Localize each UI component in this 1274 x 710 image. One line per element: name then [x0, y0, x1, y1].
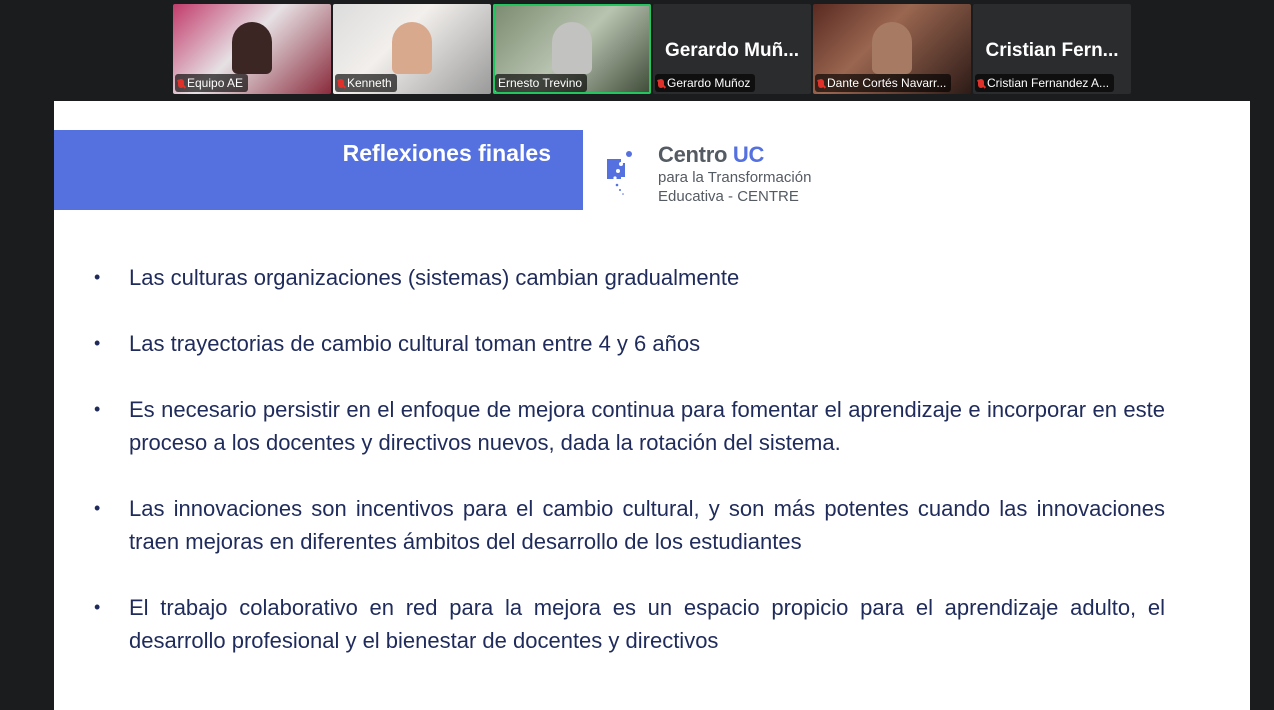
participant-tile[interactable]: Equipo AE [173, 4, 331, 94]
participant-video [552, 22, 592, 74]
participant-video [392, 22, 432, 74]
muted-mic-icon [978, 78, 984, 88]
bullet-text: Es necesario persistir en el enfoque de … [129, 397, 1165, 455]
muted-mic-icon [338, 78, 344, 88]
centre-logo-icon [607, 151, 632, 195]
participant-name: Cristian Fernandez A... [987, 76, 1110, 90]
participant-label: Dante Cortés Navarr... [815, 74, 952, 92]
shared-slide: Reflexiones finales Centro UC para la Tr… [54, 101, 1250, 710]
participant-label: Kenneth [335, 74, 397, 92]
bullet-item: • Las trayectorias de cambio cultural tom… [94, 327, 1165, 360]
bullet-item: • Las culturas organizaciones (sistemas) … [94, 261, 1165, 294]
bullet-text: Las innovaciones son incentivos para el … [129, 496, 1165, 554]
participant-name: Gerardo Muñoz [667, 76, 751, 90]
bullet-dot: • [94, 333, 101, 353]
slide-title: Reflexiones finales [342, 140, 551, 166]
bullet-item: • El trabajo colaborativo en red para la … [94, 591, 1165, 657]
bullet-text: El trabajo colaborativo en red para la m… [129, 595, 1165, 653]
muted-mic-icon [818, 78, 824, 88]
participant-name: Equipo AE [187, 76, 244, 90]
participant-tile[interactable]: Gerardo Muñ... Gerardo Muñoz [653, 4, 811, 94]
bullet-text: Las trayectorias de cambio cultural toma… [129, 331, 701, 356]
participant-name: Kenneth [347, 76, 392, 90]
logo-line2: para la Transformación [658, 169, 812, 186]
participant-label: Equipo AE [175, 74, 249, 92]
participant-label: Cristian Fernandez A... [975, 74, 1115, 92]
centre-uc-logo: Centro UC para la Transformación Educati… [607, 139, 837, 206]
participant-video [872, 22, 912, 74]
participant-tile-active-speaker[interactable]: Ernesto Trevino [493, 4, 651, 94]
bullet-dot: • [94, 267, 101, 287]
bullet-dot: • [94, 597, 101, 617]
participant-tile[interactable]: Cristian Fern... Cristian Fernandez A... [973, 4, 1131, 94]
participant-label: Gerardo Muñoz [655, 74, 756, 92]
participant-display-name: Gerardo Muñ... [664, 40, 800, 61]
participant-display-name: Cristian Fern... [985, 40, 1119, 61]
participant-name: Dante Cortés Navarr... [827, 76, 947, 90]
muted-mic-icon [178, 78, 184, 88]
participant-label: Ernesto Trevino [495, 74, 588, 92]
bullet-text: Las culturas organizaciones (sistemas) c… [129, 265, 740, 290]
logo-line3: Educativa - CENTRE [658, 188, 799, 205]
logo-text: Centro UC para la Transformación Educati… [658, 142, 811, 206]
slide-title-bar: Reflexiones finales [54, 130, 583, 210]
bullet-dot: • [94, 399, 101, 419]
participant-name: Ernesto Trevino [498, 76, 583, 90]
participant-video [232, 22, 272, 74]
logo-line1-b: UC [732, 142, 765, 167]
participant-tile[interactable]: Dante Cortés Navarr... [813, 4, 971, 94]
muted-mic-icon [658, 78, 664, 88]
participant-tile[interactable]: Kenneth [333, 4, 491, 94]
logo-line1-a: Centro [658, 142, 733, 167]
participant-strip: Equipo AE Kenneth Ernesto Trevino Gerard… [173, 4, 1131, 94]
bullet-dot: • [94, 498, 101, 518]
bullet-item: • Es necesario persistir en el enfoque de… [94, 393, 1165, 459]
bullet-list: • Las culturas organizaciones (sistemas) … [94, 261, 1165, 657]
bullet-item: • Las innovaciones son incentivos para el… [94, 492, 1165, 558]
